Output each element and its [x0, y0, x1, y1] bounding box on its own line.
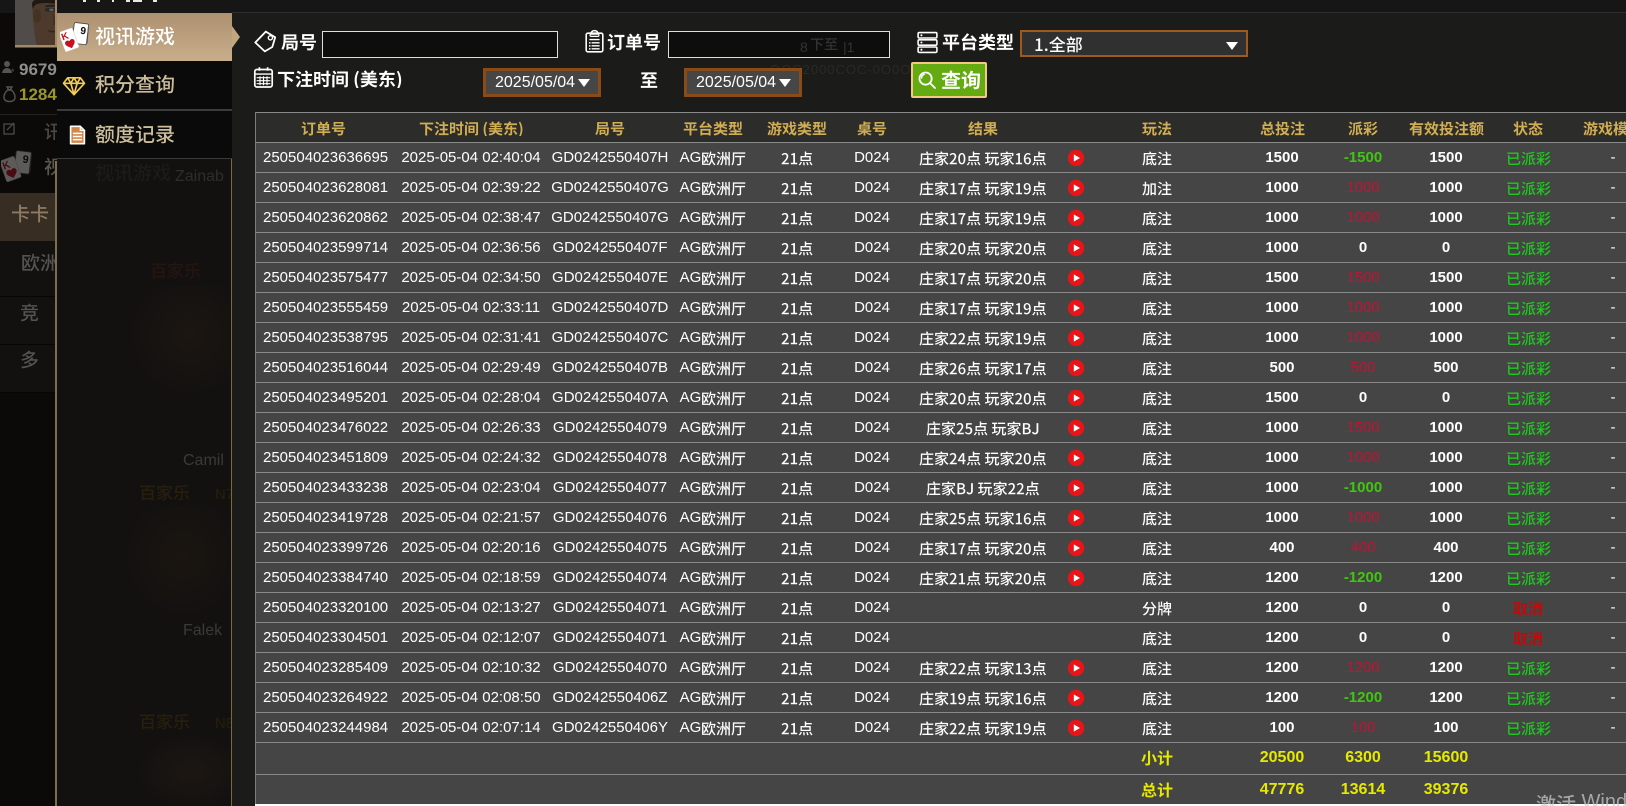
svg-text:*: *: [11, 67, 15, 76]
